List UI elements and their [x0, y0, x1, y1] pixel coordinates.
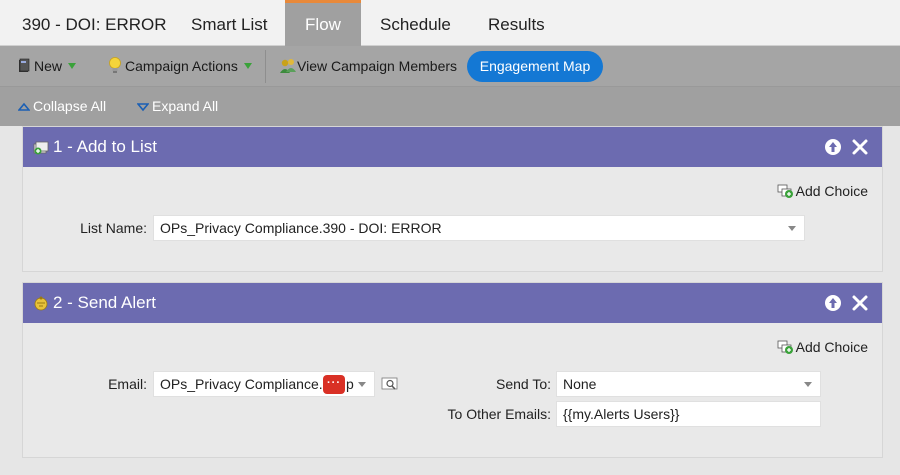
- list-name-select[interactable]: OPs_Privacy Compliance.390 - DOI: ERROR: [153, 215, 805, 241]
- add-choice-button[interactable]: Add Choice: [777, 339, 868, 355]
- expand-triangle-icon: [136, 103, 150, 112]
- new-menu-button[interactable]: New: [18, 46, 77, 87]
- tab-schedule[interactable]: Schedule: [380, 0, 451, 46]
- move-up-icon[interactable]: [824, 138, 842, 156]
- flow-toolbar: Collapse All Expand All: [0, 87, 900, 126]
- tab-smart-list[interactable]: Smart List: [191, 0, 268, 46]
- flow-step-header[interactable]: 1 - Add to List: [23, 127, 882, 167]
- collapse-all-button[interactable]: Collapse All: [17, 87, 107, 126]
- campaign-actions-label: Campaign Actions: [125, 58, 238, 74]
- other-emails-label: To Other Emails:: [447, 406, 551, 422]
- action-toolbar: New Campaign Actions View Campaign Membe…: [0, 46, 900, 87]
- other-emails-input[interactable]: {{my.Alerts Users}}: [556, 401, 821, 427]
- campaign-title: 390 - DOI: ERROR: [22, 15, 167, 34]
- collapse-triangle-icon: [17, 102, 31, 111]
- engagement-map-button[interactable]: Engagement Map: [467, 51, 603, 82]
- flow-canvas: 1 - Add to List Add Choice List Name: OP…: [0, 126, 900, 475]
- chevron-down-icon: [358, 382, 366, 387]
- collapse-all-label: Collapse All: [33, 98, 107, 114]
- send-alert-icon: [34, 296, 48, 311]
- new-document-icon: [19, 58, 30, 72]
- view-members-label: View Campaign Members: [297, 58, 458, 74]
- campaign-actions-button[interactable]: Campaign Actions: [108, 46, 252, 87]
- add-to-list-icon: [33, 141, 49, 155]
- chevron-down-icon: [243, 63, 252, 69]
- chevron-down-icon: [68, 63, 77, 69]
- tab-bar: 390 - DOI: ERROR Smart List Flow Schedul…: [0, 0, 900, 46]
- chevron-down-icon: [788, 226, 796, 231]
- expand-all-label: Expand All: [152, 98, 219, 114]
- add-choice-icon: [777, 340, 793, 354]
- send-to-select[interactable]: None: [556, 371, 821, 397]
- step-title: 2 - Send Alert: [53, 293, 157, 312]
- flow-step-add-to-list: 1 - Add to List Add Choice List Name: OP…: [22, 126, 883, 272]
- add-choice-icon: [777, 184, 793, 198]
- add-choice-label: Add Choice: [795, 339, 868, 355]
- new-label: New: [34, 58, 63, 74]
- close-icon[interactable]: [851, 294, 869, 312]
- tab-flow[interactable]: Flow: [285, 0, 361, 46]
- email-select[interactable]: OPs_Privacy Compliance. ··· p: [153, 371, 375, 397]
- flow-step-header[interactable]: 2 - Send Alert: [23, 283, 882, 323]
- email-label: Email:: [108, 376, 147, 392]
- add-choice-button[interactable]: Add Choice: [777, 183, 868, 199]
- add-choice-label: Add Choice: [795, 183, 868, 199]
- send-to-value: None: [563, 376, 597, 392]
- close-icon[interactable]: [851, 138, 869, 156]
- email-value-tail: p: [346, 376, 354, 392]
- error-badge: ···: [323, 375, 345, 394]
- other-emails-value: {{my.Alerts Users}}: [563, 406, 680, 422]
- send-to-label: Send To:: [495, 376, 551, 392]
- email-value: OPs_Privacy Compliance.: [160, 376, 323, 392]
- toolbar-divider: [265, 50, 266, 83]
- move-up-icon[interactable]: [824, 294, 842, 312]
- tab-results[interactable]: Results: [488, 0, 545, 46]
- expand-all-button[interactable]: Expand All: [136, 87, 219, 126]
- list-name-label: List Name:: [80, 220, 147, 236]
- lightbulb-icon: [109, 57, 121, 73]
- view-campaign-members-button[interactable]: View Campaign Members: [279, 46, 457, 87]
- step-title: 1 - Add to List: [53, 137, 157, 156]
- list-name-value: OPs_Privacy Compliance.390 - DOI: ERROR: [160, 220, 442, 236]
- people-icon: [280, 59, 296, 73]
- chevron-down-icon: [804, 382, 812, 387]
- preview-icon[interactable]: [381, 376, 399, 392]
- flow-step-send-alert: 2 - Send Alert Add Choice Email: OPs_Pri…: [22, 282, 883, 458]
